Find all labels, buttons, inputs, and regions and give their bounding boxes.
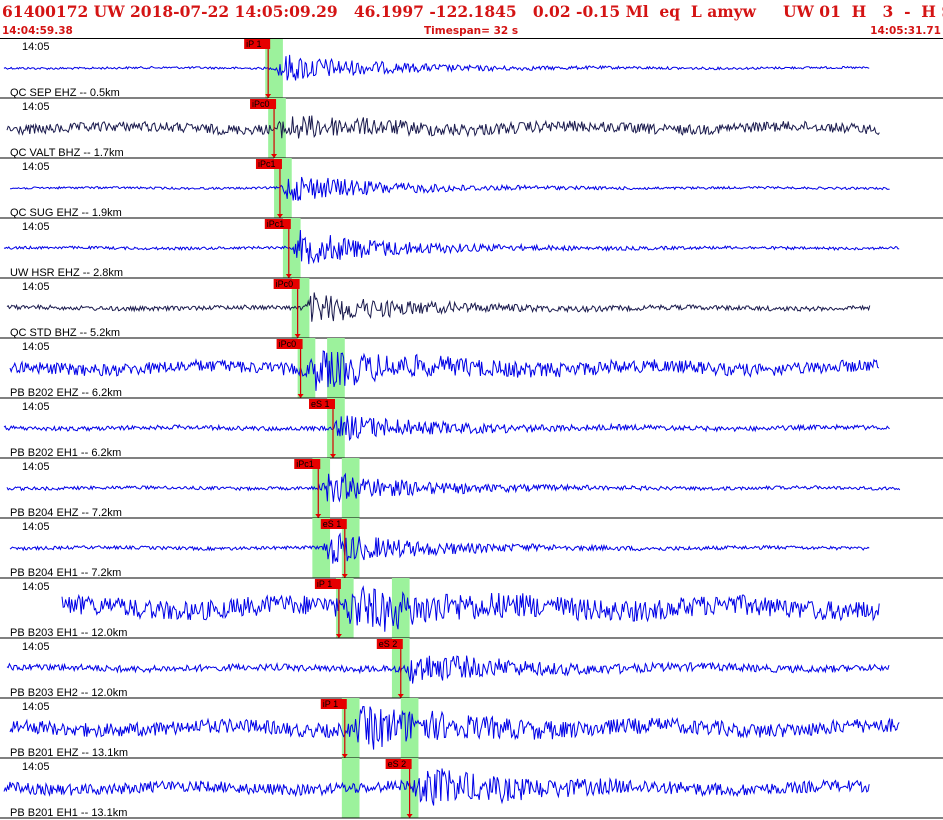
pick-label: iPc1 bbox=[267, 219, 285, 229]
pick-label: eS 2 bbox=[379, 639, 398, 649]
channel-row[interactable]: eS 2 14:05 PB B201 EH1 -- 13.1km bbox=[0, 758, 943, 819]
row-time-label: 14:05 bbox=[22, 461, 50, 473]
pick-window bbox=[400, 698, 419, 758]
timespan-label: Timespan= 32 s bbox=[424, 25, 519, 37]
channel-name-label: PB B203 EH1 -- 12.0km bbox=[10, 627, 127, 639]
channel-name-label: PB B204 EHZ -- 7.2km bbox=[10, 507, 122, 519]
pick-label: iPc1 bbox=[258, 159, 276, 169]
pick-label: eS 2 bbox=[388, 759, 407, 769]
waveform-trace bbox=[3, 54, 870, 81]
channel-name-label: QC VALT BHZ -- 1.7km bbox=[10, 147, 124, 159]
row-time-label: 14:05 bbox=[22, 701, 50, 713]
pick-label: iPc0 bbox=[279, 339, 297, 349]
row-time-label: 14:05 bbox=[22, 281, 50, 293]
row-time-label: 14:05 bbox=[22, 581, 50, 593]
waveform-trace bbox=[9, 705, 900, 750]
waveform-trace bbox=[6, 115, 880, 139]
channel-name-label: QC SEP EHZ -- 0.5km bbox=[10, 87, 120, 99]
channel-row[interactable]: iPc0 14:05 QC STD BHZ -- 5.2km bbox=[0, 278, 943, 339]
row-time-label: 14:05 bbox=[22, 761, 50, 773]
channel-row[interactable]: iPc1 14:05 QC SUG EHZ -- 1.9km bbox=[0, 158, 943, 219]
waveform-trace bbox=[6, 472, 901, 503]
start-time-label: 14:04:59.38 bbox=[2, 25, 73, 37]
waveform-trace bbox=[9, 532, 870, 564]
waveform-trace bbox=[61, 585, 880, 632]
waveform-trace bbox=[3, 768, 870, 806]
row-time-label: 14:05 bbox=[22, 341, 50, 353]
channel-name-label: PB B204 EH1 -- 7.2km bbox=[10, 567, 121, 579]
row-time-label: 14:05 bbox=[22, 401, 50, 413]
waveform-trace bbox=[9, 176, 890, 201]
channel-name-label: PB B203 EH2 -- 12.0km bbox=[10, 687, 127, 699]
channel-row[interactable]: iPc0 14:05 PB B202 EHZ -- 6.2km bbox=[0, 338, 943, 399]
pick-label: iPc0 bbox=[252, 99, 270, 109]
channel-row[interactable]: iPc0 14:05 QC VALT BHZ -- 1.7km bbox=[0, 98, 943, 159]
pick-label: iPc1 bbox=[296, 459, 314, 469]
waveform-trace bbox=[9, 350, 880, 391]
seismogram-svg: iP 1 14:05 QC SEP EHZ -- 0.5km iPc0 14:05 QC … bbox=[0, 38, 943, 819]
channel-row[interactable]: iP 1 14:05 PB B203 EH1 -- 12.0km bbox=[0, 578, 943, 639]
waveform-trace bbox=[3, 229, 900, 265]
pick-label: iP 1 bbox=[246, 39, 261, 49]
row-time-label: 14:05 bbox=[22, 221, 50, 233]
channel-row[interactable]: iPc1 14:05 PB B204 EHZ -- 7.2km bbox=[0, 458, 943, 519]
channel-name-label: UW HSR EHZ -- 2.8km bbox=[10, 267, 123, 279]
channel-row[interactable]: eS 2 14:05 PB B203 EH2 -- 12.0km bbox=[0, 638, 943, 699]
channel-row[interactable]: eS 1 14:05 PB B202 EH1 -- 6.2km bbox=[0, 398, 943, 459]
channel-name-label: PB B201 EH1 -- 13.1km bbox=[10, 807, 127, 819]
row-time-label: 14:05 bbox=[22, 41, 50, 53]
channel-name-label: QC SUG EHZ -- 1.9km bbox=[10, 207, 122, 219]
pick-label: iP 1 bbox=[323, 699, 338, 709]
waveform-trace bbox=[6, 292, 871, 322]
seismogram-panel[interactable]: iP 1 14:05 QC SEP EHZ -- 0.5km iPc0 14:05 QC … bbox=[0, 38, 943, 820]
row-time-label: 14:05 bbox=[22, 161, 50, 173]
waveform-trace bbox=[3, 415, 890, 442]
pick-label: iP 1 bbox=[317, 579, 332, 589]
channel-name-label: QC STD BHZ -- 5.2km bbox=[10, 327, 120, 339]
event-header: 61400172 UW 2018-07-22 14:05:09.29 46.19… bbox=[0, 0, 943, 24]
channel-row[interactable]: iP 1 14:05 QC SEP EHZ -- 0.5km bbox=[0, 38, 943, 99]
channel-row[interactable]: eS 1 14:05 PB B204 EH1 -- 7.2km bbox=[0, 518, 943, 579]
row-time-label: 14:05 bbox=[22, 641, 50, 653]
row-time-label: 14:05 bbox=[22, 101, 50, 113]
event-summary-title: 61400172 UW 2018-07-22 14:05:09.29 46.19… bbox=[2, 2, 943, 21]
pick-label: iPc0 bbox=[276, 279, 294, 289]
time-scale-bar: 14:04:59.38 Timespan= 32 s 14:05:31.71 bbox=[0, 24, 943, 38]
pick-label: eS 1 bbox=[311, 399, 330, 409]
channel-row[interactable]: iPc1 14:05 UW HSR EHZ -- 2.8km bbox=[0, 218, 943, 279]
channel-row[interactable]: iP 1 14:05 PB B201 EHZ -- 13.1km bbox=[0, 698, 943, 759]
row-time-label: 14:05 bbox=[22, 521, 50, 533]
channel-name-label: PB B201 EHZ -- 13.1km bbox=[10, 747, 128, 759]
channel-name-label: PB B202 EH1 -- 6.2km bbox=[10, 447, 121, 459]
waveform-trace bbox=[6, 655, 890, 684]
pick-label: eS 1 bbox=[323, 519, 342, 529]
end-time-label: 14:05:31.71 bbox=[870, 25, 941, 37]
channel-name-label: PB B202 EHZ -- 6.2km bbox=[10, 387, 122, 399]
